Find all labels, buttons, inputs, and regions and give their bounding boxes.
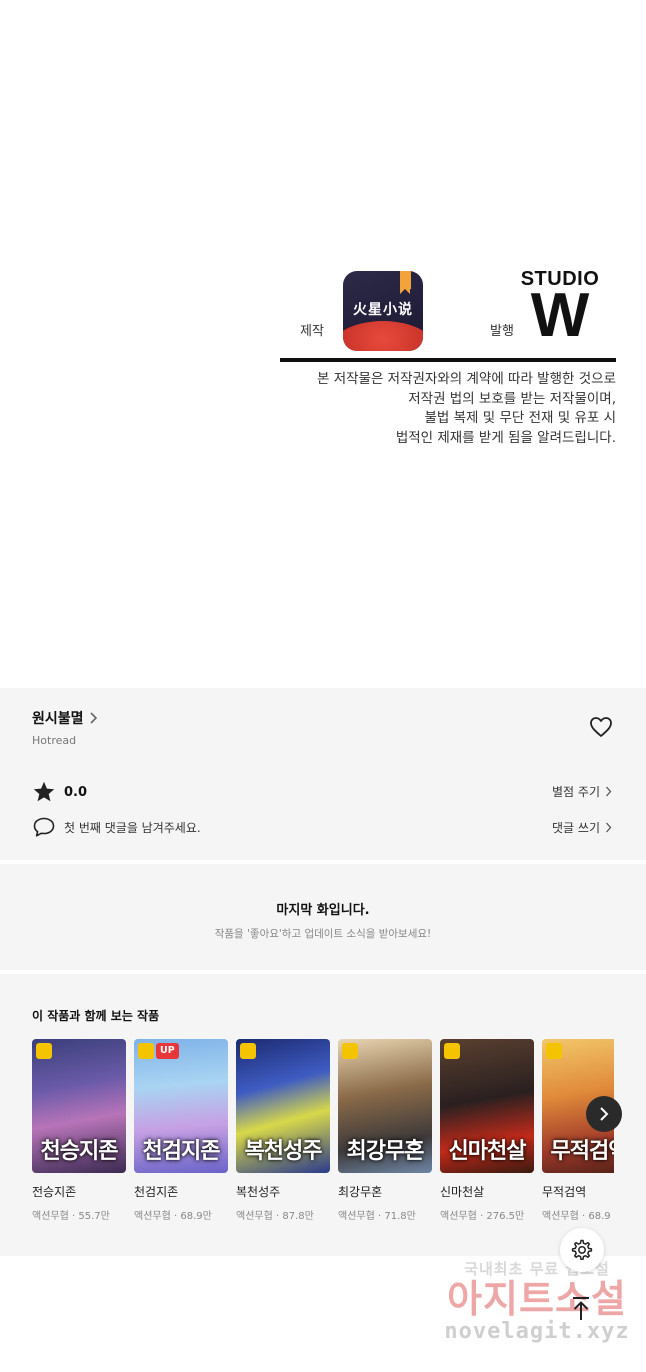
last-chapter-notice: 마지막 화입니다. 작품을 '좋아요'하고 업데이트 소식을 받아보세요! [0,864,646,970]
rating-row: 0.0 [32,780,87,804]
write-comment-label: 댓글 쓰기 [552,821,600,835]
card-title: 최강무혼 [338,1185,383,1199]
planet-graphic [343,321,423,351]
card-views: 55.7만 [78,1211,110,1222]
cover-image: UP 천검지존 [134,1039,228,1173]
gear-icon [571,1239,593,1261]
chevron-right-icon [89,712,97,724]
card-title: 복천성주 [236,1185,281,1199]
app-logo-text: 火星小说 [353,302,413,318]
card-genre: 액션무협 [32,1211,69,1222]
card-views: 71.8만 [384,1211,416,1222]
card-genre: 액션무협 [134,1211,171,1222]
last-chapter-subtitle: 작품을 '좋아요'하고 업데이트 소식을 받아보세요! [214,928,432,940]
chevron-right-icon [606,786,612,797]
cover-title-art: 무적검역 [550,1139,614,1164]
notice-line: 법적인 제재를 받게 됨을 알려드립니다. [395,429,616,446]
clock-icon [138,1043,154,1059]
card-views: 68.9만 [180,1211,212,1222]
page: 제작 火星小说 발행 STUDIO W 본 저작물은 저작권자와의 계약에 따라… [0,0,646,1372]
up-badge: UP [156,1043,179,1059]
rate-button[interactable]: 별점 주기 [552,783,612,800]
publisher-label: 발행 [490,324,514,339]
settings-button[interactable] [560,1228,604,1272]
comment-prompt: 첫 번째 댓글을 남겨주세요. [64,820,201,835]
series-title-link[interactable]: 원시불멸 [32,708,98,728]
cover-title-art: 최강무혼 [346,1139,425,1164]
card-views: 68.9 [588,1211,611,1222]
recommendations-section: 이 작품과 함께 보는 작품 천승지존 전승지존 액션무협 · 55.7만 UP… [0,974,646,1256]
arrow-up-icon [573,1297,589,1320]
rate-button-label: 별점 주기 [552,785,600,799]
chevron-right-icon [600,1107,609,1121]
cover-image: 복천성주 [236,1039,330,1173]
card-meta: 액션무협 · 55.7만 [32,1211,110,1222]
write-comment-button[interactable]: 댓글 쓰기 [552,819,612,836]
studio-w-logo: STUDIO W [518,268,602,350]
card-meta: 액션무협 · 87.8만 [236,1211,314,1222]
card-genre: 액션무협 [236,1211,273,1222]
rating-value: 0.0 [64,784,88,800]
card-title: 무적검역 [542,1185,587,1199]
watermark-line3: novelagit.xyz [444,1319,630,1344]
notice-line: 본 저작물은 저작권자와의 계약에 따라 발행한 것으로 [317,371,616,387]
cover-title-art: 천검지존 [142,1139,221,1164]
card-meta: 액션무협 · 71.8만 [338,1211,416,1222]
watermark: 국내최초 무료 웹소설 아지트소설 novelagit.xyz [432,1258,642,1344]
notice-line: 불법 복제 및 무단 전재 및 유포 시 [424,410,617,426]
card-title: 천검지존 [134,1185,179,1199]
clock-icon [342,1043,358,1059]
recommendation-card[interactable]: 최강무혼 최강무혼 액션무협 · 71.8만 [338,1039,432,1222]
app-logo: 火星小说 [343,271,423,351]
recommendation-carousel: 천승지존 전승지존 액션무협 · 55.7만 UP 천검지존 천검지존 액션무협… [32,1039,614,1229]
cover-image: 신마천살 [440,1039,534,1173]
scroll-top-button[interactable] [566,1294,596,1324]
clock-icon [240,1043,256,1059]
clock-icon [36,1043,52,1059]
bookmark-flag-icon [400,271,411,294]
card-title: 신마천살 [440,1185,485,1199]
credits-divider [280,358,616,362]
recommendation-card[interactable]: 신마천살 신마천살 액션무협 · 276.5만 [440,1039,534,1222]
recommendation-card[interactable]: 천승지존 전승지존 액션무협 · 55.7만 [32,1039,126,1222]
card-meta: 액션무협 · 68.9 [542,1211,611,1222]
watermark-line2: 아지트소설 [447,1277,627,1321]
comment-icon [33,817,55,837]
card-views: 87.8만 [282,1211,314,1222]
credit-row: 제작 火星小说 발행 STUDIO W [280,268,616,354]
notice-line: 저작권 법의 보호를 받는 저작물이며, [408,390,616,407]
clock-icon [546,1043,562,1059]
card-genre: 액션무협 [542,1211,579,1222]
watermark-line1: 국내최초 무료 웹소설 [464,1260,610,1278]
clock-icon [444,1043,460,1059]
studio-logo-line2: W [530,281,590,350]
credits-block: 제작 火星小说 발행 STUDIO W 본 저작물은 저작권자와의 계약에 따라… [280,268,616,446]
card-title: 전승지존 [32,1185,77,1199]
last-chapter-title: 마지막 화입니다. [276,903,370,918]
star-icon [33,781,55,802]
chevron-right-icon [606,822,612,833]
series-title: 원시불멸 [32,711,84,727]
copyright-notice: 본 저작물은 저작권자와의 계약에 따라 발행한 것으로 저작권 법의 보호를 … [280,370,616,448]
cover-image: 최강무혼 [338,1039,432,1173]
card-genre: 액션무협 [440,1211,477,1222]
cover-title-art: 신마천살 [448,1139,527,1164]
recommendation-card[interactable]: UP 천검지존 천검지존 액션무협 · 68.9만 [134,1039,228,1222]
series-info: 원시불멸 Hotread 0.0 별점 주기 첫 번째 댓글을 남겨주세요. 댓… [0,688,646,860]
cover-image: 천승지존 [32,1039,126,1173]
carousel-next-button[interactable] [586,1096,622,1132]
recommendation-card[interactable]: 복천성주 복천성주 액션무협 · 87.8만 [236,1039,330,1222]
production-label: 제작 [300,324,324,339]
card-meta: 액션무협 · 276.5만 [440,1211,525,1222]
cover-title-art: 복천성주 [244,1139,323,1164]
cover-title-art: 천승지존 [40,1139,119,1164]
comment-row[interactable]: 첫 번째 댓글을 남겨주세요. [32,816,201,838]
heart-icon[interactable] [589,716,613,738]
card-genre: 액션무협 [338,1211,375,1222]
series-publisher: Hotread [32,734,77,747]
card-meta: 액션무협 · 68.9만 [134,1211,212,1222]
recommendations-heading: 이 작품과 함께 보는 작품 [32,1009,160,1023]
card-views: 276.5만 [486,1211,525,1222]
